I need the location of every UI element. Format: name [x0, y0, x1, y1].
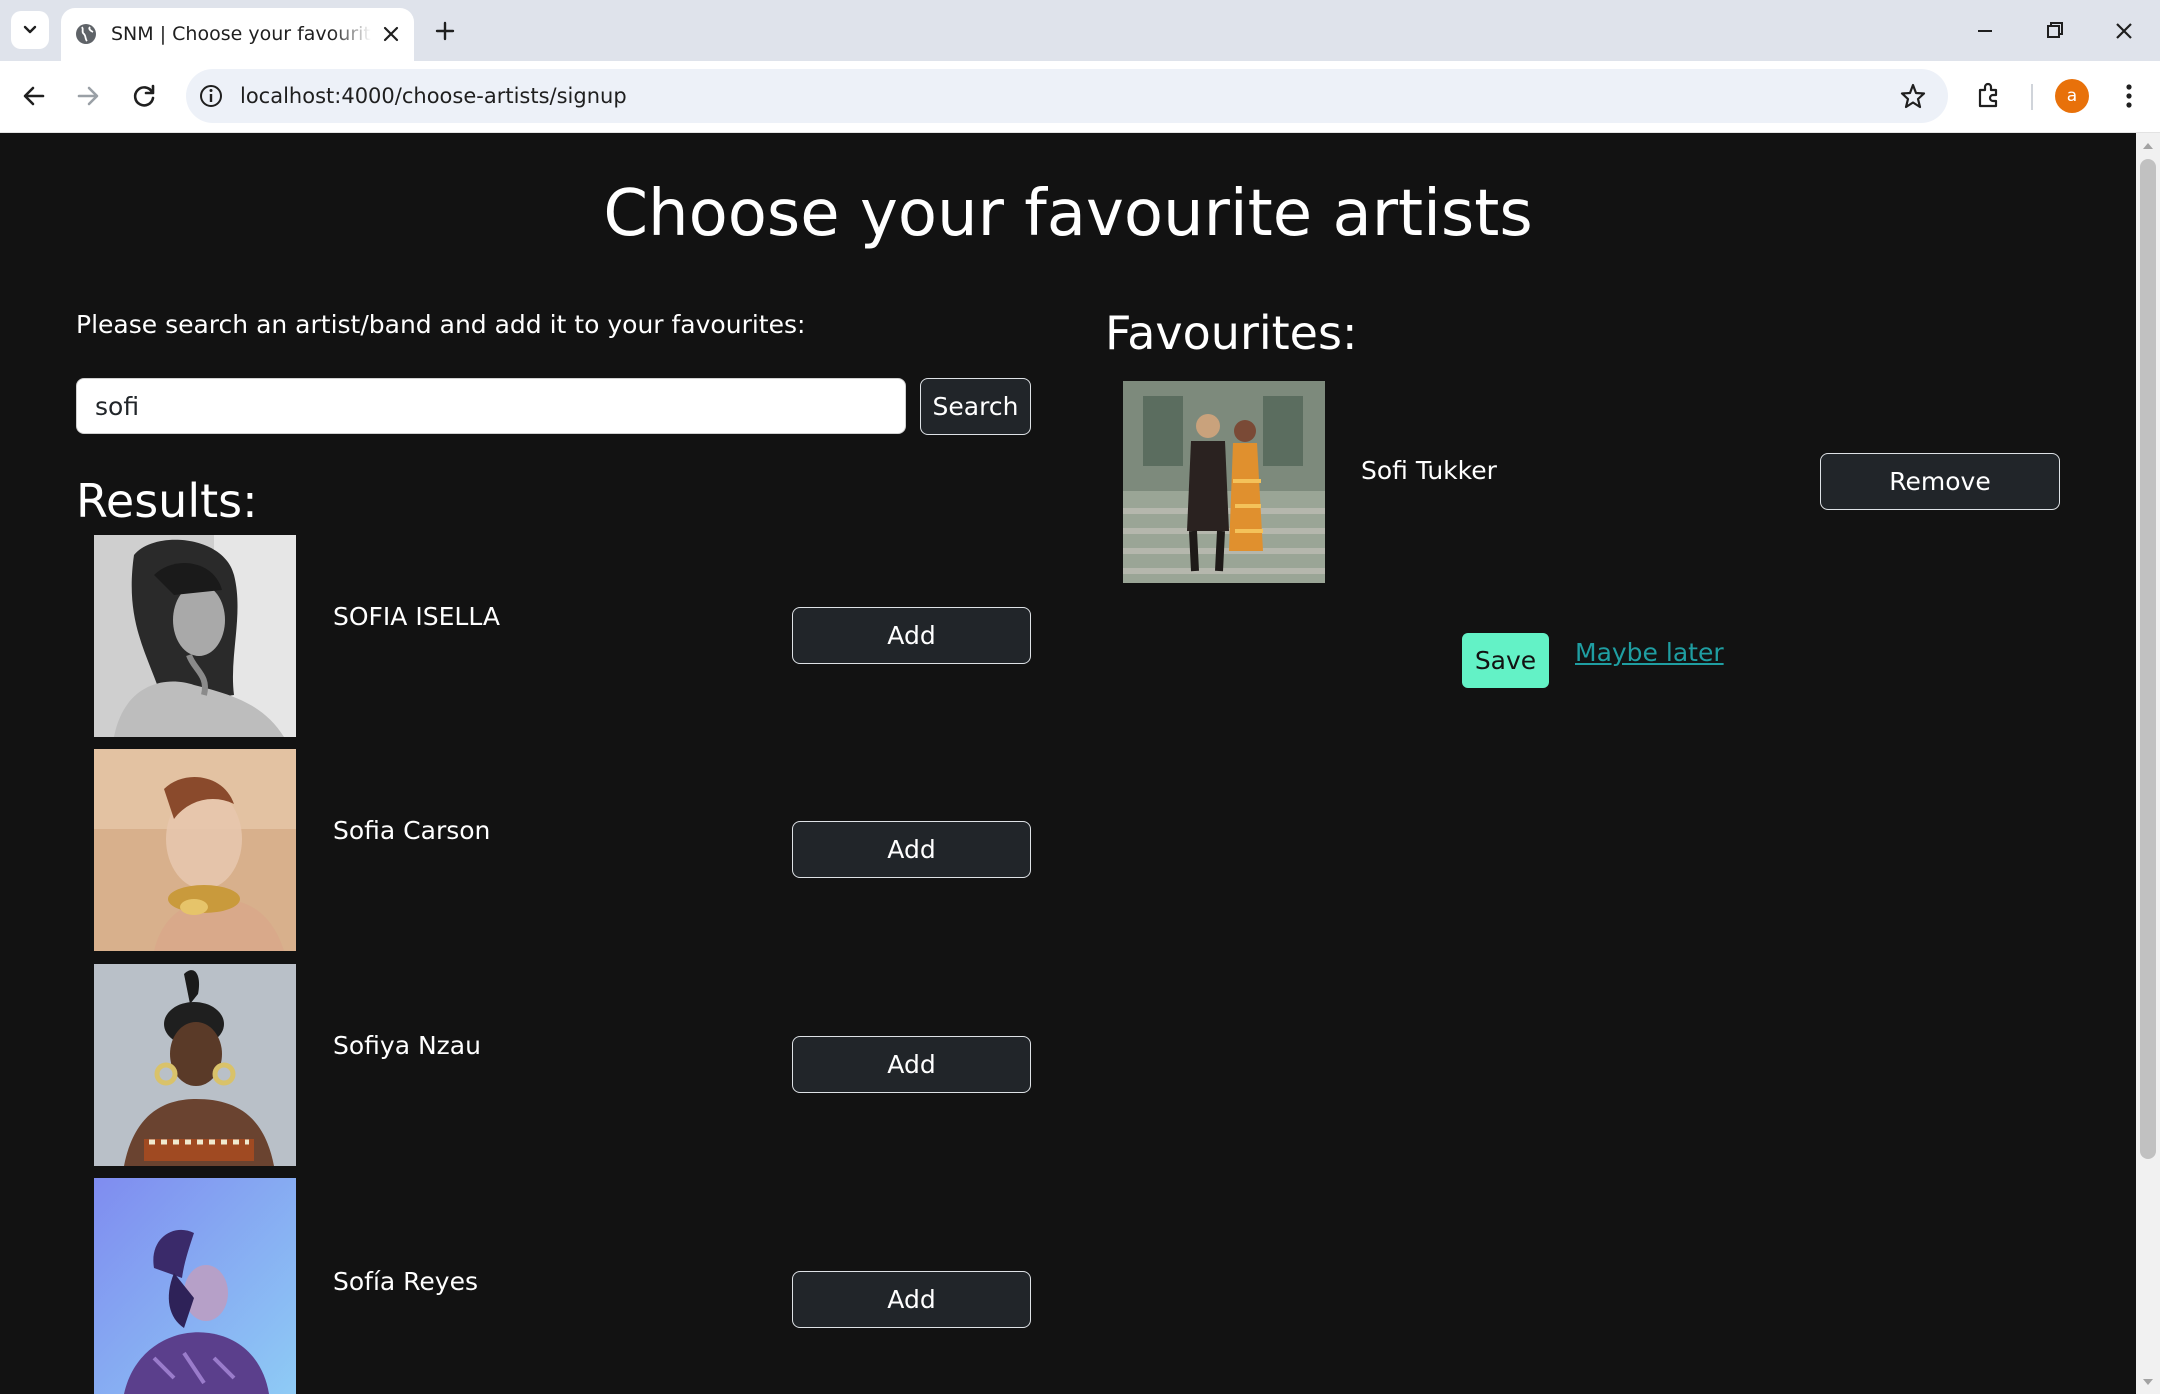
favourite-artist-name: Sofi Tukker — [1361, 456, 1497, 485]
page-scrollbar[interactable] — [2136, 133, 2160, 1394]
toolbar-divider — [2031, 84, 2033, 110]
search-button[interactable]: Search — [920, 378, 1031, 435]
add-button[interactable]: Add — [792, 821, 1031, 878]
scroll-up-arrow-icon[interactable] — [2141, 139, 2155, 153]
address-bar[interactable]: localhost:4000/choose-artists/signup — [186, 69, 1948, 123]
artist-image — [94, 964, 296, 1166]
artist-image — [94, 749, 296, 951]
add-button[interactable]: Add — [792, 1036, 1031, 1093]
url-text[interactable]: localhost:4000/choose-artists/signup — [240, 69, 627, 123]
favourites-heading: Favourites: — [1105, 306, 1358, 360]
globe-icon — [76, 24, 96, 44]
page-content: Choose your favourite artists Please sea… — [0, 133, 2136, 1394]
remove-button[interactable]: Remove — [1820, 453, 2060, 510]
tab-search-button[interactable] — [11, 11, 49, 49]
tab-strip: SNM | Choose your favourite artists — [0, 0, 2160, 61]
more-menu-icon[interactable] — [2111, 78, 2147, 114]
restore-icon[interactable] — [2038, 14, 2072, 48]
window-close-icon[interactable] — [2107, 14, 2141, 48]
artist-image — [94, 535, 296, 737]
artist-name: Sofía Reyes — [333, 1267, 479, 1296]
save-button[interactable]: Save — [1462, 633, 1549, 688]
add-button[interactable]: Add — [792, 607, 1031, 664]
artist-name: Sofiya Nzau — [333, 1031, 481, 1060]
artist-image — [94, 1178, 296, 1394]
minimize-icon[interactable] — [1968, 14, 2002, 48]
browser-tab[interactable]: SNM | Choose your favourite artists — [61, 8, 414, 61]
browser-toolbar: localhost:4000/choose-artists/signup a — [0, 61, 2160, 133]
back-arrow-icon[interactable] — [16, 78, 52, 114]
result-row: Sofia Carson Add — [0, 749, 1060, 951]
maybe-later-link[interactable]: Maybe later — [1575, 635, 1724, 671]
favourite-artist-image — [1123, 381, 1325, 583]
add-button[interactable]: Add — [792, 1271, 1031, 1328]
profile-avatar[interactable]: a — [2055, 79, 2089, 113]
tab-title: SNM | Choose your favourite artists — [111, 23, 371, 45]
bookmark-star-icon[interactable] — [1898, 81, 1928, 111]
artist-name: Sofia Carson — [333, 816, 491, 845]
chevron-down-icon — [23, 25, 37, 34]
reload-icon[interactable] — [126, 78, 162, 114]
artist-search-input[interactable] — [76, 378, 906, 434]
results-heading: Results: — [76, 474, 258, 528]
result-row: Sofía Reyes Add — [0, 1178, 1060, 1394]
plus-icon[interactable] — [430, 16, 460, 46]
page-title: Choose your favourite artists — [603, 177, 1533, 251]
close-icon[interactable] — [379, 22, 403, 46]
scroll-down-arrow-icon[interactable] — [2141, 1375, 2155, 1389]
info-icon[interactable] — [198, 83, 224, 109]
artist-name: SOFIA ISELLA — [333, 602, 500, 631]
scrollbar-thumb[interactable] — [2140, 159, 2156, 1159]
result-row: SOFIA ISELLA Add — [0, 535, 1060, 737]
forward-arrow-icon[interactable] — [70, 78, 106, 114]
result-row: Sofiya Nzau Add — [0, 964, 1060, 1166]
search-prompt: Please search an artist/band and add it … — [76, 310, 806, 339]
extensions-puzzle-icon[interactable] — [1972, 78, 2006, 112]
